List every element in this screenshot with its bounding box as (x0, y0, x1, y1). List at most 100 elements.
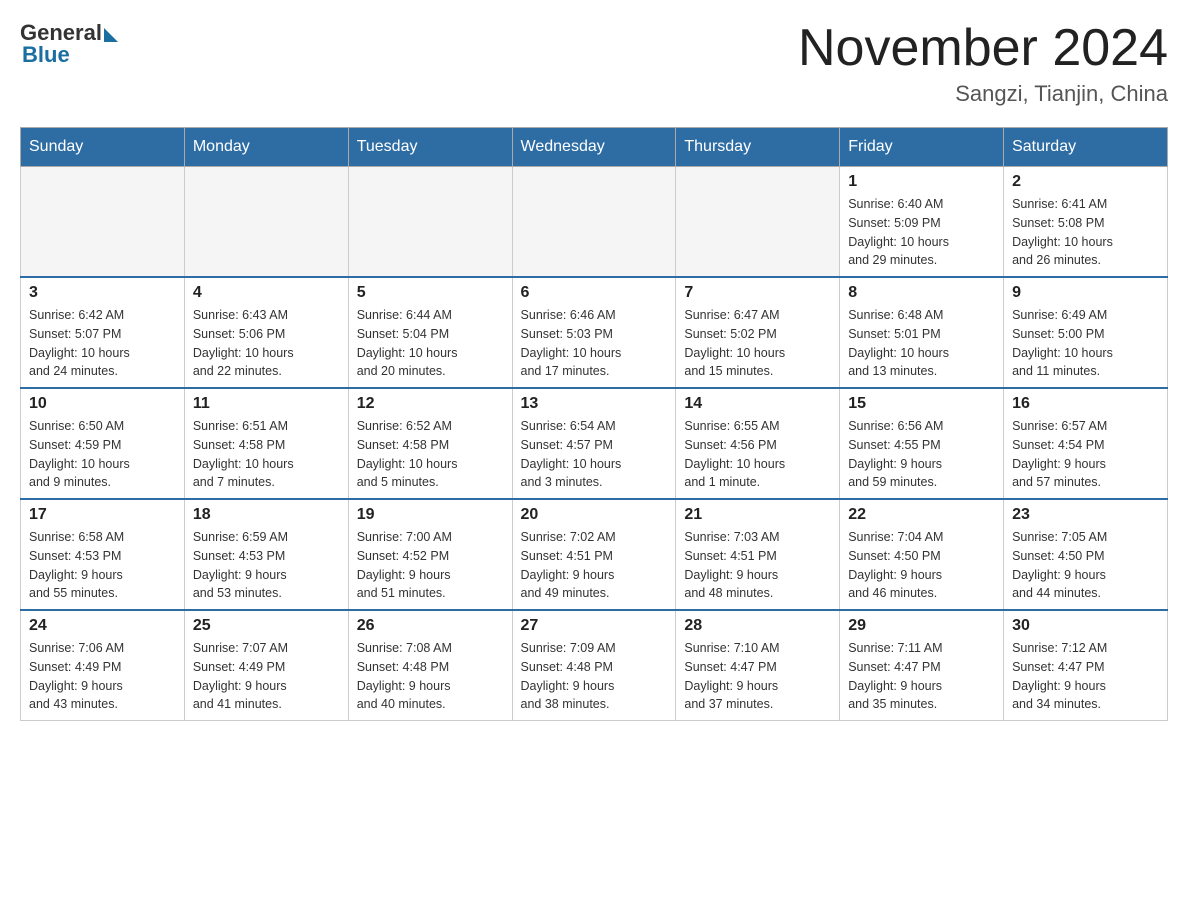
day-info: Sunrise: 6:56 AM Sunset: 4:55 PM Dayligh… (848, 417, 995, 492)
calendar-cell (348, 167, 512, 278)
calendar-cell: 30Sunrise: 7:12 AM Sunset: 4:47 PM Dayli… (1004, 610, 1168, 721)
title-section: November 2024 Sangzi, Tianjin, China (798, 20, 1168, 107)
day-info: Sunrise: 6:46 AM Sunset: 5:03 PM Dayligh… (521, 306, 668, 381)
day-number: 7 (684, 284, 831, 302)
calendar-cell: 27 Sunrise: 7:09 AM Sunset: 4:48 PM Dayli… (512, 610, 676, 721)
day-number: 15 (848, 395, 995, 413)
calendar-cell (512, 167, 676, 278)
calendar-cell: 23 Sunrise: 7:05 AM Sunset: 4:50 PM Dayli… (1004, 499, 1168, 610)
day-number: 14 (684, 395, 831, 413)
day-info: Sunrise: 7:00 AM Sunset: 4:52 PM Dayligh… (357, 528, 504, 603)
day-number: 19 (357, 506, 504, 524)
day-info: Sunrise: 6:50 AM Sunset: 4:59 PM Dayligh… (29, 417, 176, 492)
page-header: General Blue November 2024 Sangzi, Tianj… (20, 20, 1168, 107)
calendar-week-row: 1 Sunrise: 6:40 AM Sunset: 5:09 PM Daylig… (21, 167, 1168, 278)
calendar-cell (184, 167, 348, 278)
day-number: 10 (29, 395, 176, 413)
calendar-cell: 12 Sunrise: 6:52 AM Sunset: 4:58 PM Dayli… (348, 388, 512, 499)
day-info: Sunrise: 7:07 AM Sunset: 4:49 PM Dayligh… (193, 639, 340, 714)
calendar-cell: 18Sunrise: 6:59 AM Sunset: 4:53 PM Dayli… (184, 499, 348, 610)
calendar-cell: 16Sunrise: 6:57 AM Sunset: 4:54 PM Dayli… (1004, 388, 1168, 499)
calendar-cell: 22Sunrise: 7:04 AM Sunset: 4:50 PM Dayli… (840, 499, 1004, 610)
calendar-cell: 11 Sunrise: 6:51 AM Sunset: 4:58 PM Dayli… (184, 388, 348, 499)
logo-arrow-icon (104, 28, 118, 42)
calendar-header-saturday: Saturday (1004, 128, 1168, 167)
calendar-cell: 2 Sunrise: 6:41 AM Sunset: 5:08 PM Daylig… (1004, 167, 1168, 278)
day-info: Sunrise: 6:44 AM Sunset: 5:04 PM Dayligh… (357, 306, 504, 381)
calendar-cell: 25Sunrise: 7:07 AM Sunset: 4:49 PM Dayli… (184, 610, 348, 721)
calendar-header-friday: Friday (840, 128, 1004, 167)
calendar-cell: 4 Sunrise: 6:43 AM Sunset: 5:06 PM Daylig… (184, 277, 348, 388)
calendar-cell: 19 Sunrise: 7:00 AM Sunset: 4:52 PM Dayli… (348, 499, 512, 610)
day-info: Sunrise: 7:02 AM Sunset: 4:51 PM Dayligh… (521, 528, 668, 603)
calendar-cell: 9Sunrise: 6:49 AM Sunset: 5:00 PM Daylig… (1004, 277, 1168, 388)
day-info: Sunrise: 7:10 AM Sunset: 4:47 PM Dayligh… (684, 639, 831, 714)
calendar-cell: 5 Sunrise: 6:44 AM Sunset: 5:04 PM Daylig… (348, 277, 512, 388)
day-info: Sunrise: 6:42 AM Sunset: 5:07 PM Dayligh… (29, 306, 176, 381)
day-number: 21 (684, 506, 831, 524)
day-number: 13 (521, 395, 668, 413)
day-info: Sunrise: 6:49 AM Sunset: 5:00 PM Dayligh… (1012, 306, 1159, 381)
day-info: Sunrise: 7:08 AM Sunset: 4:48 PM Dayligh… (357, 639, 504, 714)
day-number: 18 (193, 506, 340, 524)
calendar-cell: 20 Sunrise: 7:02 AM Sunset: 4:51 PM Dayli… (512, 499, 676, 610)
day-number: 23 (1012, 506, 1159, 524)
day-number: 1 (848, 173, 995, 191)
calendar-cell: 15 Sunrise: 6:56 AM Sunset: 4:55 PM Dayli… (840, 388, 1004, 499)
calendar-cell (21, 167, 185, 278)
calendar-header-tuesday: Tuesday (348, 128, 512, 167)
calendar-table: SundayMondayTuesdayWednesdayThursdayFrid… (20, 127, 1168, 721)
calendar-week-row: 10 Sunrise: 6:50 AM Sunset: 4:59 PM Dayli… (21, 388, 1168, 499)
day-number: 11 (193, 395, 340, 413)
day-number: 4 (193, 284, 340, 302)
day-number: 26 (357, 617, 504, 635)
month-title: November 2024 (798, 20, 1168, 77)
location-text: Sangzi, Tianjin, China (798, 81, 1168, 107)
day-info: Sunrise: 6:52 AM Sunset: 4:58 PM Dayligh… (357, 417, 504, 492)
calendar-cell: 7Sunrise: 6:47 AM Sunset: 5:02 PM Daylig… (676, 277, 840, 388)
day-info: Sunrise: 6:54 AM Sunset: 4:57 PM Dayligh… (521, 417, 668, 492)
day-info: Sunrise: 6:48 AM Sunset: 5:01 PM Dayligh… (848, 306, 995, 381)
calendar-header-row: SundayMondayTuesdayWednesdayThursdayFrid… (21, 128, 1168, 167)
day-info: Sunrise: 6:43 AM Sunset: 5:06 PM Dayligh… (193, 306, 340, 381)
day-number: 2 (1012, 173, 1159, 191)
day-number: 30 (1012, 617, 1159, 635)
day-number: 20 (521, 506, 668, 524)
calendar-cell: 17 Sunrise: 6:58 AM Sunset: 4:53 PM Dayli… (21, 499, 185, 610)
calendar-cell: 14 Sunrise: 6:55 AM Sunset: 4:56 PM Dayli… (676, 388, 840, 499)
day-info: Sunrise: 7:05 AM Sunset: 4:50 PM Dayligh… (1012, 528, 1159, 603)
calendar-week-row: 3 Sunrise: 6:42 AM Sunset: 5:07 PM Daylig… (21, 277, 1168, 388)
day-info: Sunrise: 7:06 AM Sunset: 4:49 PM Dayligh… (29, 639, 176, 714)
calendar-cell: 21 Sunrise: 7:03 AM Sunset: 4:51 PM Dayli… (676, 499, 840, 610)
calendar-cell: 1 Sunrise: 6:40 AM Sunset: 5:09 PM Daylig… (840, 167, 1004, 278)
day-info: Sunrise: 7:04 AM Sunset: 4:50 PM Dayligh… (848, 528, 995, 603)
day-number: 5 (357, 284, 504, 302)
calendar-cell: 6 Sunrise: 6:46 AM Sunset: 5:03 PM Daylig… (512, 277, 676, 388)
day-info: Sunrise: 6:58 AM Sunset: 4:53 PM Dayligh… (29, 528, 176, 603)
day-info: Sunrise: 7:03 AM Sunset: 4:51 PM Dayligh… (684, 528, 831, 603)
day-info: Sunrise: 7:11 AM Sunset: 4:47 PM Dayligh… (848, 639, 995, 714)
day-info: Sunrise: 6:41 AM Sunset: 5:08 PM Dayligh… (1012, 195, 1159, 270)
calendar-header-wednesday: Wednesday (512, 128, 676, 167)
day-info: Sunrise: 6:51 AM Sunset: 4:58 PM Dayligh… (193, 417, 340, 492)
calendar-header-sunday: Sunday (21, 128, 185, 167)
day-number: 3 (29, 284, 176, 302)
day-number: 12 (357, 395, 504, 413)
day-info: Sunrise: 6:40 AM Sunset: 5:09 PM Dayligh… (848, 195, 995, 270)
calendar-cell: 28Sunrise: 7:10 AM Sunset: 4:47 PM Dayli… (676, 610, 840, 721)
calendar-week-row: 24Sunrise: 7:06 AM Sunset: 4:49 PM Dayli… (21, 610, 1168, 721)
logo: General Blue (20, 20, 118, 68)
day-number: 6 (521, 284, 668, 302)
day-number: 8 (848, 284, 995, 302)
day-number: 17 (29, 506, 176, 524)
calendar-cell: 3 Sunrise: 6:42 AM Sunset: 5:07 PM Daylig… (21, 277, 185, 388)
day-info: Sunrise: 7:09 AM Sunset: 4:48 PM Dayligh… (521, 639, 668, 714)
day-info: Sunrise: 6:55 AM Sunset: 4:56 PM Dayligh… (684, 417, 831, 492)
day-number: 27 (521, 617, 668, 635)
calendar-week-row: 17 Sunrise: 6:58 AM Sunset: 4:53 PM Dayli… (21, 499, 1168, 610)
calendar-cell: 10 Sunrise: 6:50 AM Sunset: 4:59 PM Dayli… (21, 388, 185, 499)
calendar-cell: 29Sunrise: 7:11 AM Sunset: 4:47 PM Dayli… (840, 610, 1004, 721)
calendar-cell: 24Sunrise: 7:06 AM Sunset: 4:49 PM Dayli… (21, 610, 185, 721)
calendar-cell: 26 Sunrise: 7:08 AM Sunset: 4:48 PM Dayli… (348, 610, 512, 721)
calendar-header-thursday: Thursday (676, 128, 840, 167)
